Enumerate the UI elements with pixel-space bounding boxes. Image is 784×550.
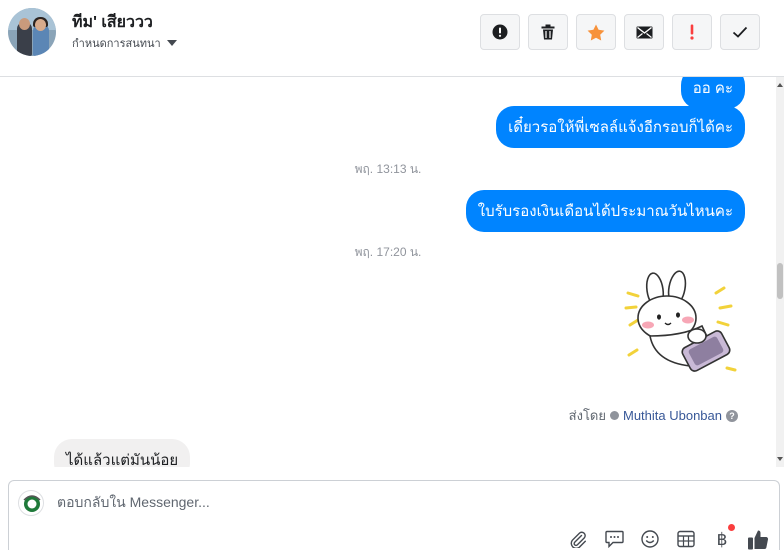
bunny-phone-sticker — [624, 270, 737, 372]
message-timestamp: พฤ. 13:13 น. — [354, 162, 422, 176]
emoji-button[interactable] — [639, 528, 661, 550]
composer-tools: ฿ — [567, 524, 769, 550]
star-button[interactable] — [576, 14, 616, 50]
reply-composer: ฿ — [8, 480, 780, 550]
paperclip-icon — [570, 531, 586, 548]
contact-name[interactable]: ทีม' เสียววว — [72, 10, 153, 35]
sender-name-link[interactable]: Muthita Ubonban — [623, 408, 722, 423]
speech-bubble-icon — [604, 530, 624, 548]
table-icon — [677, 530, 695, 548]
reply-input[interactable] — [57, 494, 557, 510]
alert-circle-icon — [492, 24, 508, 40]
attach-file-button[interactable] — [567, 528, 589, 550]
contact-avatar[interactable] — [8, 8, 56, 56]
outgoing-message: เดี๋ยวรอให้พี่เซลล์แจ้งอีกรอบก็ได้คะ — [496, 106, 745, 148]
scroll-down-arrow-icon[interactable] — [777, 457, 783, 461]
thread-scrollbar[interactable] — [776, 77, 784, 467]
caret-down-icon — [166, 40, 177, 46]
sent-by-label: ส่งโดย — [568, 408, 606, 423]
emoji-icon — [641, 530, 659, 548]
exclamation-icon — [690, 24, 694, 40]
star-icon — [587, 24, 605, 40]
sent-by-line: ส่งโดย Muthita Ubonban ? — [569, 405, 738, 426]
follow-up-button[interactable] — [672, 14, 712, 50]
header-actions — [480, 14, 760, 50]
help-icon[interactable]: ? — [726, 409, 738, 422]
outgoing-message: ออ คะ — [680, 77, 745, 109]
saved-replies-button[interactable] — [603, 528, 625, 550]
envelope-icon — [636, 26, 652, 38]
spam-button[interactable] — [480, 14, 520, 50]
thumbs-up-icon — [748, 530, 769, 549]
scroll-thumb[interactable] — [777, 263, 783, 299]
like-button[interactable] — [747, 528, 769, 550]
incoming-message: ได้แล้วแต่มันน้อย — [54, 439, 191, 467]
message-timestamp: พฤ. 17:20 น. — [354, 245, 422, 259]
delete-button[interactable] — [528, 14, 568, 50]
scroll-up-arrow-icon[interactable] — [777, 83, 783, 87]
assign-conversation-dropdown[interactable]: กำหนดการสนทนา — [72, 34, 177, 52]
verified-icon — [609, 411, 619, 420]
outgoing-message: ใบรับรองเงินเดือนได้ประมาณวันไหนคะ — [465, 190, 745, 232]
page-avatar — [18, 490, 44, 516]
notification-dot — [728, 524, 735, 531]
checkmark-icon — [732, 26, 748, 38]
conversation-header: ทีม' เสียววว กำหนดการสนทนา — [0, 0, 784, 77]
appointment-button[interactable] — [675, 528, 697, 550]
assign-label: กำหนดการสนทนา — [72, 38, 161, 50]
baht-icon: ฿ — [716, 529, 728, 549]
trash-icon — [541, 24, 555, 40]
payment-button[interactable]: ฿ — [711, 524, 735, 550]
done-button[interactable] — [720, 14, 760, 50]
message-thread: ออ คะ เดี๋ยวรอให้พี่เซลล์แจ้งอีกรอบก็ได้… — [0, 77, 776, 467]
mark-unread-button[interactable] — [624, 14, 664, 50]
